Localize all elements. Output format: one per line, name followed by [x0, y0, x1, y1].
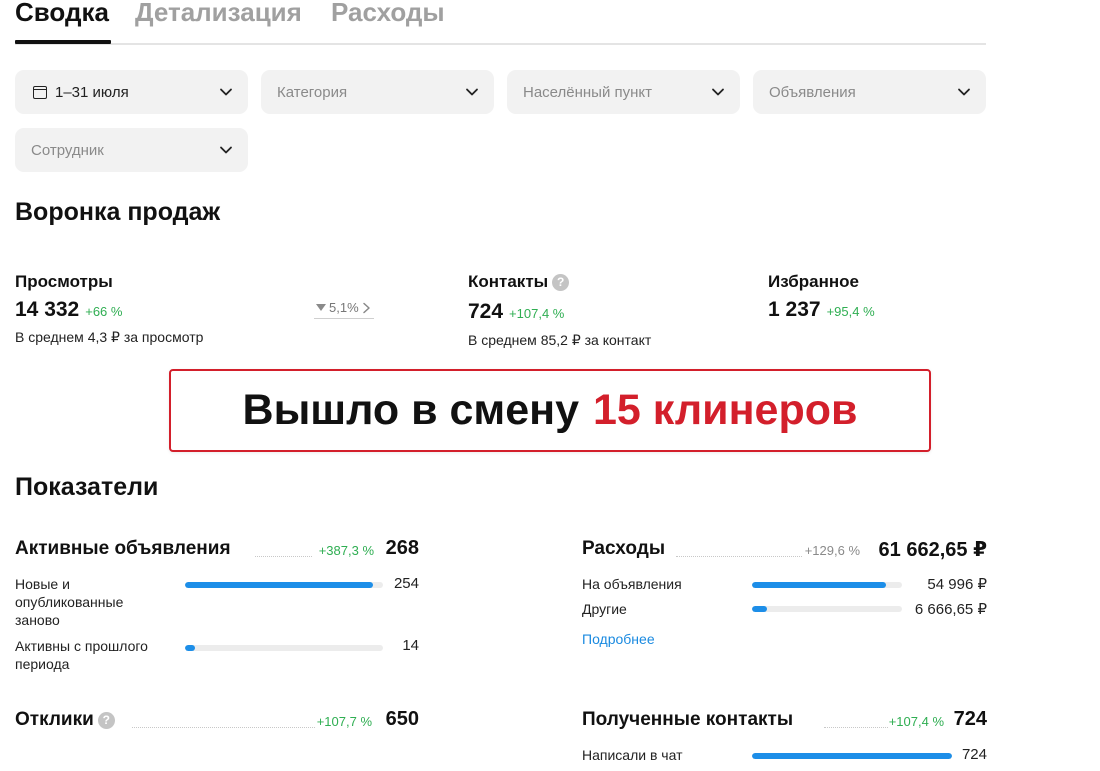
- expenses-title: Расходы: [582, 538, 666, 559]
- period-select[interactable]: 1–31 июля: [15, 70, 248, 114]
- indicators-title: Показатели: [15, 473, 159, 501]
- chat-contacts-bar: [752, 753, 952, 759]
- responses-value: 650: [385, 708, 419, 730]
- chevron-right-icon: [362, 302, 370, 313]
- views-title: Просмотры: [15, 272, 113, 291]
- expenses-other-bar: [752, 606, 902, 612]
- category-placeholder: Категория: [277, 83, 348, 101]
- dotted-leader: [255, 556, 312, 557]
- bar-fill: [752, 606, 767, 612]
- bar-fill: [752, 582, 886, 588]
- expenses-delta: +129,6 %: [804, 543, 860, 558]
- banner-text: Вышло в смену: [242, 386, 580, 434]
- contacts-average: В среднем 85,2 ₽ за контакт: [468, 332, 652, 348]
- expenses-value: 61 662,65 ₽: [878, 539, 987, 561]
- active-ads-value: 268: [385, 537, 419, 559]
- expenses-other-value: 6 666,65 ₽: [914, 601, 987, 618]
- received-contacts-value: 724: [953, 708, 987, 730]
- chevron-down-icon: [466, 88, 478, 96]
- employee-placeholder: Сотрудник: [31, 141, 104, 159]
- tab-summary[interactable]: Сводка: [15, 0, 109, 30]
- chevron-down-icon: [958, 88, 970, 96]
- funnel-icon: [316, 304, 326, 311]
- views-value: 14 332: [15, 298, 80, 321]
- contacts-delta: +107,4 %: [509, 306, 565, 321]
- bar-fill: [752, 753, 952, 759]
- calendar-icon: [33, 85, 47, 99]
- locality-placeholder: Населённый пункт: [523, 83, 653, 101]
- locality-select[interactable]: Населённый пункт: [507, 70, 740, 114]
- active-tab-indicator: [15, 40, 111, 44]
- details-link[interactable]: Подробнее: [582, 631, 655, 647]
- conversion-link[interactable]: 5,1%: [314, 300, 374, 319]
- tab-details[interactable]: Детализация: [135, 0, 302, 30]
- active-ads-new-bar: [185, 582, 383, 588]
- conversion-value: 5,1%: [329, 300, 359, 315]
- dotted-leader: [676, 556, 802, 557]
- question-icon[interactable]: ?: [552, 274, 570, 291]
- shift-banner: Вышло в смену 15 клинеров: [169, 369, 931, 452]
- received-contacts-title: Полученные контакты: [582, 709, 794, 730]
- question-icon[interactable]: ?: [97, 712, 115, 729]
- chevron-down-icon: [220, 88, 232, 96]
- funnel-title: Воронка продаж: [15, 198, 221, 226]
- active-ads-row-label: Активны с прошлого периода: [15, 638, 148, 672]
- tab-bar: Сводка Детализация Расходы: [15, 0, 986, 45]
- contacts-metric: 724 +107,4 %: [468, 300, 564, 324]
- responses-title-row: Отклики?: [15, 709, 115, 731]
- chevron-down-icon: [712, 88, 724, 96]
- banner-highlight: 15 клинеров: [593, 386, 858, 434]
- category-select[interactable]: Категория: [261, 70, 494, 114]
- tab-expenses[interactable]: Расходы: [331, 0, 445, 30]
- contacts-title-row: Контакты?: [468, 272, 570, 292]
- ads-select[interactable]: Объявления: [753, 70, 986, 114]
- active-ads-new-value: 254: [393, 575, 419, 592]
- dotted-leader: [132, 727, 315, 728]
- expenses-ads-bar: [752, 582, 902, 588]
- active-ads-prev-bar: [185, 645, 383, 651]
- contacts-title: Контакты: [468, 272, 549, 291]
- favorites-delta: +95,4 %: [826, 304, 875, 319]
- expenses-row-label: На объявления: [582, 576, 682, 592]
- favorites-metric: 1 237 +95,4 %: [768, 298, 875, 322]
- views-average: В среднем 4,3 ₽ за просмотр: [15, 329, 204, 345]
- active-ads-row-label: Новые и опубликованные заново: [15, 576, 124, 628]
- employee-select[interactable]: Сотрудник: [15, 128, 248, 172]
- period-value: 1–31 июля: [55, 83, 129, 101]
- views-metric: 14 332 +66 %: [15, 298, 122, 322]
- favorites-title: Избранное: [768, 272, 859, 291]
- received-contacts-row-label: Написали в чат: [582, 747, 683, 763]
- dotted-leader: [824, 727, 888, 728]
- views-delta: +66 %: [85, 304, 123, 319]
- received-contacts-delta: +107,4 %: [888, 714, 944, 729]
- chat-contacts-value: 724: [961, 746, 987, 763]
- ads-placeholder: Объявления: [769, 83, 856, 101]
- responses-delta: +107,7 %: [316, 714, 372, 729]
- expenses-ads-value: 54 996 ₽: [927, 576, 987, 593]
- bar-fill: [185, 645, 195, 651]
- expenses-row-label: Другие: [582, 601, 627, 617]
- active-ads-prev-value: 14: [402, 637, 419, 654]
- active-ads-delta: +387,3 %: [318, 543, 374, 558]
- contacts-value: 724: [468, 300, 504, 323]
- active-ads-title: Активные объявления: [15, 538, 231, 559]
- favorites-value: 1 237: [768, 298, 821, 321]
- chevron-down-icon: [220, 146, 232, 154]
- responses-title: Отклики: [15, 709, 94, 730]
- bar-fill: [185, 582, 374, 588]
